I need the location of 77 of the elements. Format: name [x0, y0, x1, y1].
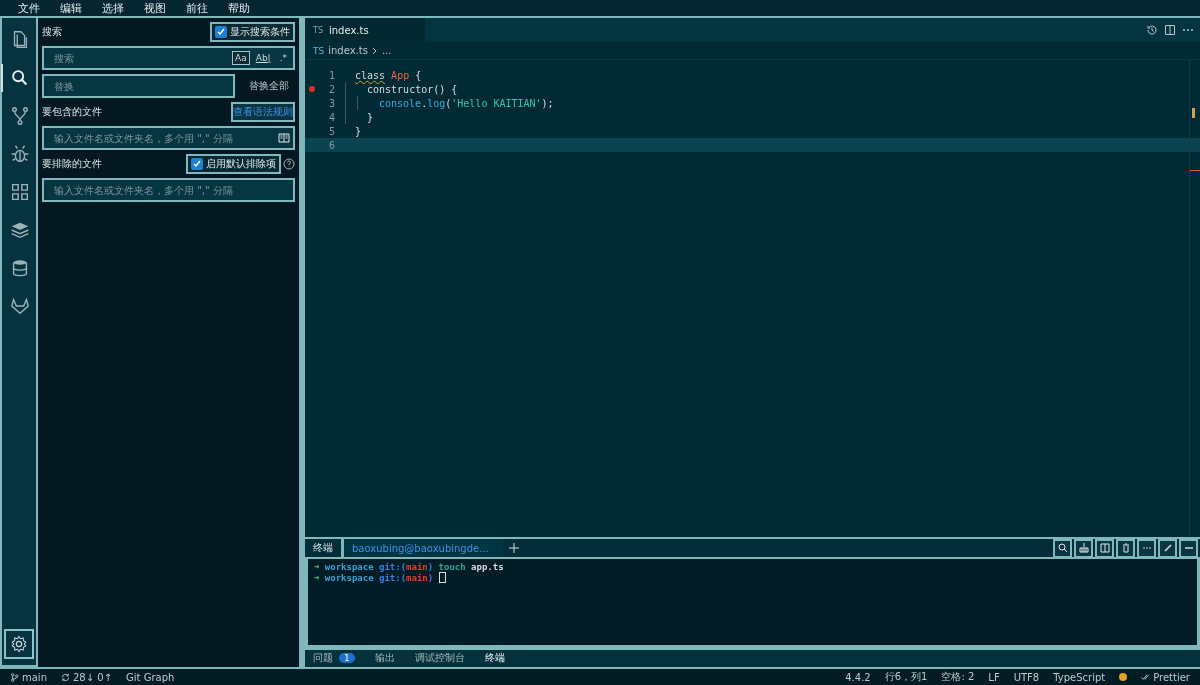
- replace-field[interactable]: 替换: [52, 79, 230, 93]
- include-box[interactable]: 输入文件名或文件夹名，多个用 "," 分隔: [42, 126, 295, 150]
- code-line: }: [366, 111, 374, 123]
- include-field[interactable]: 输入文件名或文件夹名，多个用 "," 分隔: [52, 131, 275, 145]
- count-badge: 1: [339, 653, 355, 663]
- line-number: 5: [328, 125, 335, 137]
- cursor-position[interactable]: 行6，列1: [884, 670, 928, 684]
- search-icon[interactable]: [1053, 538, 1072, 558]
- search-option-toggle[interactable]: Aa: [232, 51, 250, 65]
- chevron-icon: [371, 46, 378, 55]
- warning-icon[interactable]: [1119, 673, 1128, 681]
- breakpoint-dot[interactable]: [309, 86, 315, 92]
- code-line: }: [354, 125, 362, 137]
- book-icon[interactable]: [278, 133, 290, 143]
- version-item[interactable]: 4.4.2: [845, 671, 871, 683]
- history-icon[interactable]: [1146, 24, 1158, 36]
- encoding-item[interactable]: UTF8: [1013, 671, 1040, 683]
- breadcrumb-item[interactable]: ...: [381, 45, 392, 56]
- branch-icon: [10, 672, 19, 682]
- code-line: class App {: [354, 69, 422, 81]
- maximize-icon[interactable]: [1158, 538, 1177, 558]
- panel-title: 搜索: [42, 25, 62, 39]
- menu-item[interactable]: 编辑: [50, 0, 92, 16]
- exclude-box[interactable]: 输入文件名或文件夹名，多个用 "," 分隔: [42, 178, 295, 202]
- include-label: 要包含的文件: [42, 105, 102, 119]
- broom-icon[interactable]: [1074, 538, 1093, 558]
- indentation-item[interactable]: 空格: 2: [941, 670, 975, 684]
- line-number: 1: [328, 69, 335, 81]
- search-option-toggle[interactable]: Ab|: [252, 51, 274, 65]
- menu-item[interactable]: 选择: [92, 0, 134, 16]
- default-exclude-checkbox[interactable]: 启用默认排除项: [186, 154, 281, 174]
- terminal-line: ➜ workspace git:(main) touch app.ts: [314, 561, 505, 572]
- line-number: 6: [328, 139, 335, 151]
- help-icon[interactable]: [283, 158, 295, 170]
- sync-icon: [61, 672, 70, 682]
- exclude-field[interactable]: 输入文件名或文件夹名，多个用 "," 分隔: [52, 183, 290, 197]
- syntax-rules-link[interactable]: 查看语法规则: [231, 102, 295, 122]
- sync-item[interactable]: 28↓ 0↑: [61, 671, 113, 683]
- menu-item[interactable]: 帮助: [218, 0, 260, 16]
- editor-tab[interactable]: TS index.ts: [305, 18, 425, 42]
- language-item[interactable]: TypeScript: [1053, 671, 1106, 683]
- plus-icon[interactable]: [509, 543, 519, 553]
- code-line: console.log('Hello KAITIAN');: [378, 97, 554, 109]
- terminal-line: ➜ workspace git:(main): [314, 572, 1191, 583]
- search-box[interactable]: 搜索 Aa Ab| .*: [42, 46, 295, 70]
- menu-item[interactable]: 文件: [8, 0, 50, 16]
- terminal-tab[interactable]: baoxubing@baoxubingde...: [344, 539, 503, 557]
- show-conditions-checkbox[interactable]: 显示搜索条件: [210, 22, 295, 42]
- split-editor-icon[interactable]: [1164, 24, 1176, 36]
- line-number: 2: [328, 83, 335, 95]
- menu-item[interactable]: 前往: [176, 0, 218, 16]
- replace-all-button[interactable]: 替换全部: [243, 79, 295, 93]
- menu-item[interactable]: 视图: [134, 0, 176, 16]
- panel-tab[interactable]: 输出: [374, 649, 395, 668]
- code-line: constructor() {: [366, 83, 458, 95]
- double-check-icon: [1141, 672, 1151, 682]
- more-icon[interactable]: [1137, 538, 1156, 558]
- branch-item[interactable]: main: [10, 671, 47, 683]
- breadcrumb-item[interactable]: index.ts: [328, 45, 368, 56]
- line-number: 3: [328, 97, 335, 109]
- settings-icon[interactable]: [4, 629, 34, 659]
- checkbox[interactable]: [191, 158, 203, 170]
- line-ending-item[interactable]: LF: [988, 671, 1000, 683]
- panel-tab[interactable]: 调试控制台: [414, 649, 465, 668]
- file-type-label: TS: [313, 45, 325, 56]
- line-number: 4: [328, 111, 335, 123]
- search-option-toggle[interactable]: .*: [276, 51, 290, 65]
- git-graph-item[interactable]: Git Graph: [126, 671, 175, 683]
- search-field[interactable]: 搜索: [52, 51, 230, 65]
- checkbox[interactable]: [215, 26, 227, 38]
- prettier-item[interactable]: Prettier: [1141, 671, 1190, 683]
- panel-tab[interactable]: 问题 1: [313, 649, 355, 668]
- replace-box[interactable]: 替换: [42, 74, 235, 98]
- split-icon[interactable]: [1095, 538, 1114, 558]
- minimize-icon[interactable]: [1179, 538, 1198, 558]
- exclude-label: 要排除的文件: [42, 157, 102, 171]
- trash-icon[interactable]: [1116, 538, 1135, 558]
